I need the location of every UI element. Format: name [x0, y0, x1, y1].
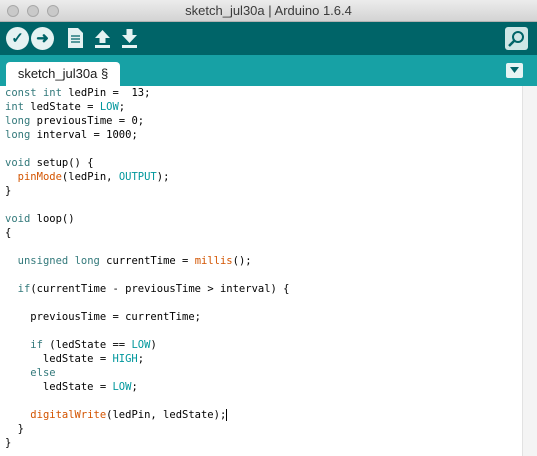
- code-line[interactable]: previousTime = currentTime;: [5, 310, 522, 324]
- toolbar: ✓ ➜: [0, 22, 537, 55]
- open-button[interactable]: [93, 27, 112, 49]
- code-line[interactable]: {: [5, 226, 522, 240]
- vertical-scrollbar[interactable]: [522, 86, 537, 456]
- new-file-icon: [68, 28, 83, 48]
- code-line[interactable]: void setup() {: [5, 156, 522, 170]
- tab-menu-button[interactable]: [506, 63, 523, 78]
- code-line[interactable]: void loop(): [5, 212, 522, 226]
- upload-button[interactable]: ➜: [31, 27, 54, 50]
- chevron-down-icon: [510, 67, 519, 73]
- save-button[interactable]: [120, 27, 139, 49]
- code-line[interactable]: ​: [5, 198, 522, 212]
- arrow-right-icon: ➜: [36, 30, 49, 47]
- code-line[interactable]: ​: [5, 142, 522, 156]
- code-line[interactable]: long interval = 1000;: [5, 128, 522, 142]
- code-line[interactable]: ​: [5, 268, 522, 282]
- code-line[interactable]: long previousTime = 0;: [5, 114, 522, 128]
- code-line[interactable]: else: [5, 366, 522, 380]
- arrow-up-icon: [95, 30, 110, 48]
- code-line[interactable]: if(currentTime - previousTime > interval…: [5, 282, 522, 296]
- code-line[interactable]: pinMode(ledPin, OUTPUT);: [5, 170, 522, 184]
- code-line[interactable]: if (ledState == LOW): [5, 338, 522, 352]
- code-line[interactable]: digitalWrite(ledPin, ledState);: [5, 408, 522, 422]
- code-line[interactable]: unsigned long currentTime = millis();: [5, 254, 522, 268]
- code-line[interactable]: }: [5, 184, 522, 198]
- check-icon: ✓: [11, 30, 24, 47]
- code-line[interactable]: int ledState = LOW;: [5, 100, 522, 114]
- tab-strip: sketch_jul30a §: [0, 55, 537, 86]
- code-line[interactable]: ledState = HIGH;: [5, 352, 522, 366]
- code-line[interactable]: const int ledPin = 13;: [5, 86, 522, 100]
- code-line[interactable]: ​: [5, 240, 522, 254]
- magnifier-icon: [508, 31, 524, 47]
- title-bar: sketch_jul30a | Arduino 1.6.4: [0, 0, 537, 22]
- code-line[interactable]: }: [5, 422, 522, 436]
- code-text[interactable]: const int ledPin = 13; int ledState = LOW…: [0, 86, 522, 450]
- text-caret: [226, 409, 228, 421]
- code-line[interactable]: ​: [5, 296, 522, 310]
- serial-monitor-button[interactable]: [505, 27, 528, 50]
- verify-button[interactable]: ✓: [6, 27, 29, 50]
- code-line[interactable]: ​: [5, 324, 522, 338]
- new-button[interactable]: [66, 27, 85, 49]
- arrow-down-icon: [122, 29, 137, 48]
- code-line[interactable]: ​: [5, 394, 522, 408]
- tab-sketch[interactable]: sketch_jul30a §: [6, 62, 120, 86]
- window-title: sketch_jul30a | Arduino 1.6.4: [185, 3, 352, 18]
- code-line[interactable]: }: [5, 436, 522, 450]
- code-editor[interactable]: const int ledPin = 13; int ledState = LOW…: [0, 86, 522, 456]
- code-line[interactable]: ledState = LOW;: [5, 380, 522, 394]
